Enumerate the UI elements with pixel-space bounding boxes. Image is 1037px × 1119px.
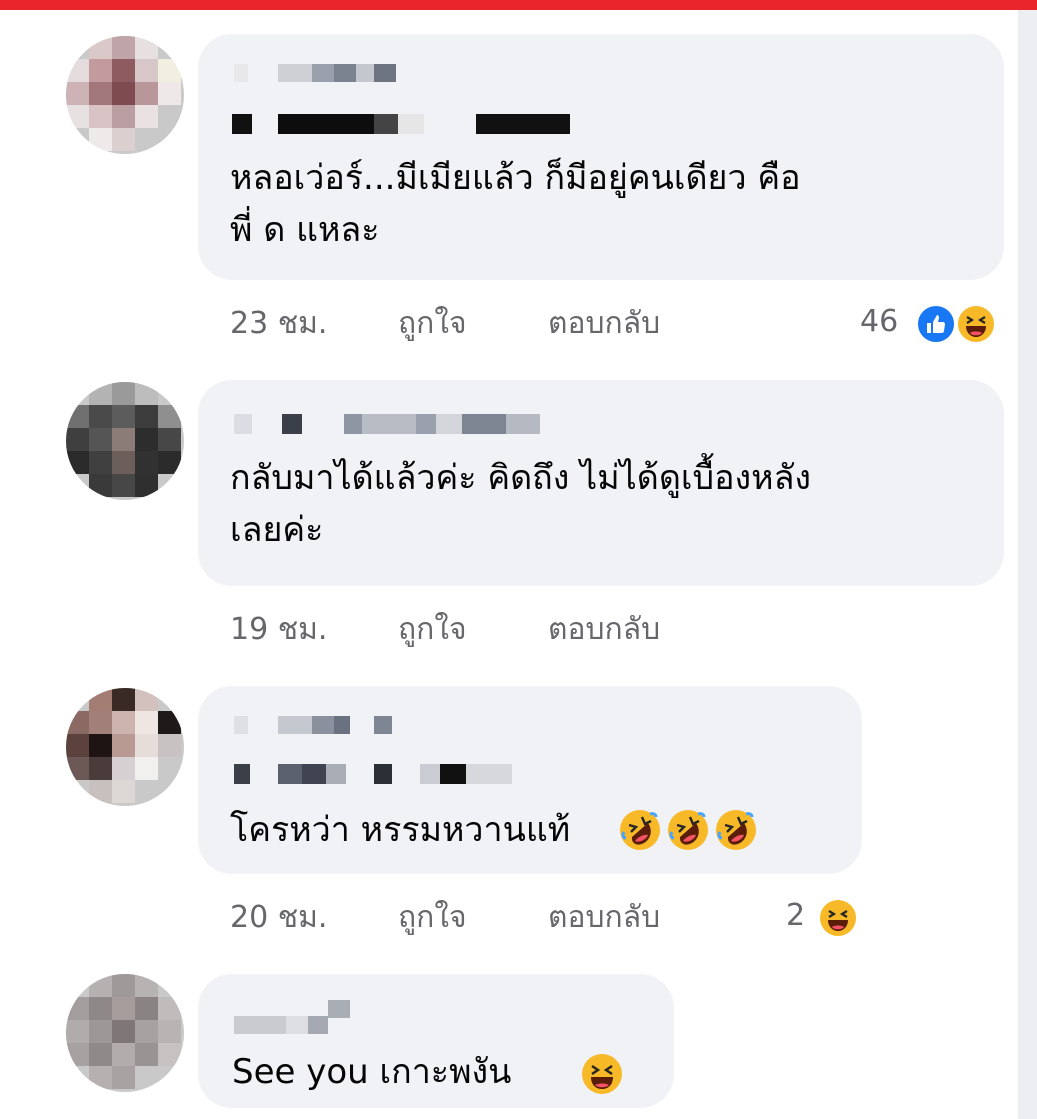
comment-text-line: โครหว่า หรรมหวานแท้: [230, 810, 571, 850]
reaction-count: 46: [860, 304, 899, 339]
reply-button[interactable]: ตอบกลับ: [548, 898, 660, 938]
rofl-icon: [668, 810, 708, 850]
comment-bubble[interactable]: กลับมาได้แล้วค่ะ คิดถึง ไม่ได้ดูเบื้องหล…: [198, 380, 1004, 586]
laughing-icon: [582, 1054, 622, 1094]
comment-time[interactable]: 19 ชม.: [230, 610, 327, 650]
comment-text: See you เกาะพงัน: [232, 1046, 511, 1098]
comment-text: หลอเว่อร์...มีเมียแล้ว ก็มีอยู่คนเดียว ค…: [230, 152, 801, 256]
commenter-name[interactable]: [234, 414, 544, 434]
top-accent-bar: [0, 0, 1037, 10]
comment-text: กลับมาได้แล้วค่ะ คิดถึง ไม่ได้ดูเบื้องหล…: [230, 452, 811, 556]
avatar[interactable]: [66, 974, 184, 1092]
commenter-name[interactable]: [234, 716, 414, 734]
avatar[interactable]: [66, 36, 184, 154]
avatar[interactable]: [66, 382, 184, 500]
comment-bubble[interactable]: หลอเว่อร์...มีเมียแล้ว ก็มีอยู่คนเดียว ค…: [198, 34, 1004, 280]
reply-button[interactable]: ตอบกลับ: [548, 304, 660, 344]
like-button[interactable]: ถูกใจ: [398, 610, 467, 650]
haha-icon: [818, 898, 858, 938]
comment-text-line: พี่ ด แหละ: [230, 210, 380, 250]
comment-text-line: กลับมาได้แล้วค่ะ คิดถึง ไม่ได้ดูเบื้องหล…: [230, 458, 812, 498]
commenter-name[interactable]: [234, 1000, 364, 1034]
reply-button[interactable]: ตอบกลับ: [548, 610, 660, 650]
comment-actions: 23 ชม. ถูกใจ ตอบกลับ: [230, 304, 730, 344]
like-icon: [916, 304, 956, 344]
commenter-name-line-2: [234, 764, 524, 784]
commenter-name-line-2: [232, 114, 570, 134]
reaction-summary[interactable]: 46: [860, 302, 1010, 344]
rofl-icon: [716, 810, 756, 850]
comment-text-line: เลยค่ะ: [230, 510, 324, 550]
like-button[interactable]: ถูกใจ: [398, 898, 467, 938]
comment-actions: 19 ชม. ถูกใจ ตอบกลับ: [230, 610, 730, 650]
comment-bubble[interactable]: See you เกาะพงัน: [198, 974, 674, 1108]
comment-time[interactable]: 23 ชม.: [230, 304, 327, 344]
comment-bubble[interactable]: โครหว่า หรรมหวานแท้: [198, 686, 862, 874]
reaction-count: 2: [786, 898, 806, 933]
avatar[interactable]: [66, 688, 184, 806]
scroll-gutter: [1018, 10, 1037, 1119]
rofl-icon: [620, 810, 660, 850]
comment-text-line: หลอเว่อร์...มีเมียแล้ว ก็มีอยู่คนเดียว ค…: [230, 158, 801, 198]
comment-text: โครหว่า หรรมหวานแท้: [230, 804, 570, 856]
commenter-name[interactable]: [234, 64, 404, 82]
reaction-summary[interactable]: 2: [786, 896, 876, 938]
haha-icon: [956, 304, 996, 344]
like-button[interactable]: ถูกใจ: [398, 304, 467, 344]
comment-actions: 20 ชม. ถูกใจ ตอบกลับ: [230, 898, 730, 938]
comment-text-line: See you เกาะพงัน: [232, 1052, 512, 1092]
comment-time[interactable]: 20 ชม.: [230, 898, 327, 938]
